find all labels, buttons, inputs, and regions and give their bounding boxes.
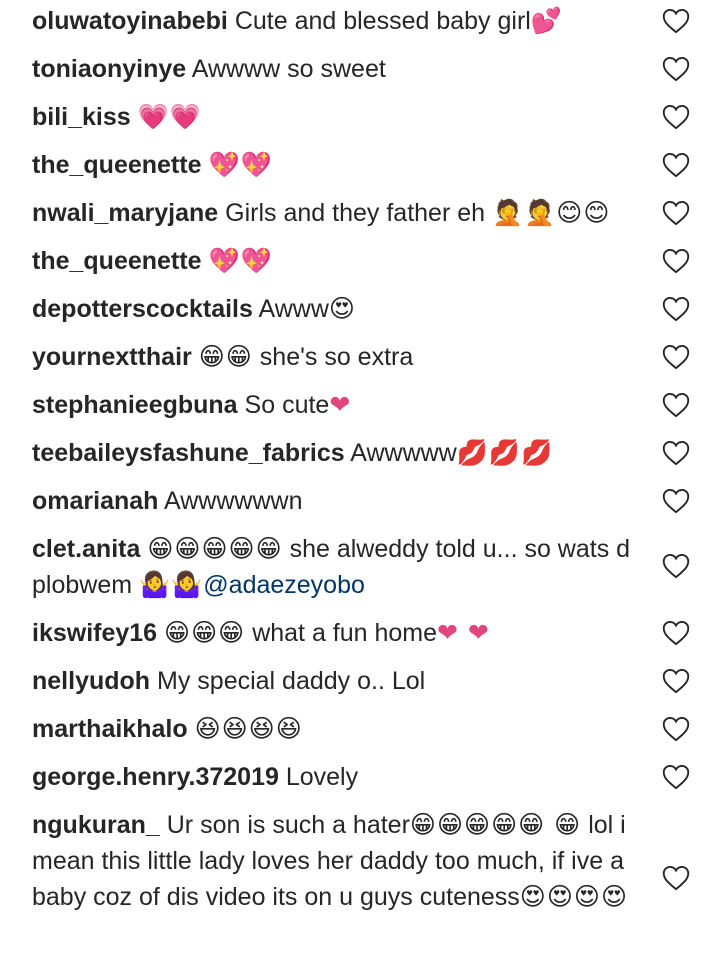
comment-emoji: ❤ ❤ [437, 618, 490, 647]
comment-text: Girls and they father eh [225, 199, 486, 227]
comment-emoji: 😁😁😁 [164, 618, 246, 647]
comment-text: Awwww so sweet [191, 55, 386, 83]
comment-emoji: 😆😆😆😆 [194, 714, 303, 743]
like-heart-icon[interactable] [662, 488, 690, 514]
comment-item: clet.anita 😁😁😁😁😁 she alweddy told u... s… [32, 531, 642, 603]
comment-text: Ur son is such a hater [166, 811, 410, 839]
comment-emoji: 💖💖 [208, 150, 273, 179]
like-heart-icon[interactable] [662, 200, 690, 226]
comment-item: teebaileysfashune_fabrics Awwwww💋💋💋 [32, 435, 642, 471]
like-heart-icon[interactable] [662, 764, 690, 790]
comment-text: Awww [258, 295, 329, 323]
comment-item: ngukuran_ Ur son is such a hater😁😁😁😁😁 😁 … [32, 807, 642, 915]
comment-emoji: 💗💗 [137, 102, 202, 131]
comment-emoji: 🤦🤦😊😊 [492, 198, 611, 227]
comment-item: ikswifey16 😁😁😁 what a fun home❤ ❤ [32, 615, 642, 651]
like-heart-icon[interactable] [662, 620, 690, 646]
comment-text: So cute [244, 391, 330, 419]
comment-text: My special daddy o.. Lol [157, 667, 426, 695]
like-heart-icon[interactable] [662, 716, 690, 742]
like-heart-icon[interactable] [662, 553, 690, 579]
like-heart-icon[interactable] [662, 344, 690, 370]
comment-item: nellyudoh My special daddy o.. Lol [32, 663, 642, 699]
like-heart-icon[interactable] [662, 865, 690, 891]
comment-item: oluwatoyinabebi Cute and blessed baby gi… [32, 3, 642, 39]
like-heart-icon[interactable] [662, 296, 690, 322]
comment-mention-link[interactable]: @adaezeyobo [203, 571, 365, 599]
comment-username[interactable]: bili_kiss [32, 103, 131, 131]
comment-text: Awwwww [350, 439, 457, 467]
like-heart-icon[interactable] [662, 668, 690, 694]
comment-emoji: 💕 [530, 6, 563, 35]
comment-emoji: 😍 [328, 294, 356, 323]
comment-item: toniaonyinye Awwww so sweet [32, 51, 642, 87]
comment-emoji: 😁😁 [198, 342, 253, 371]
comment-item: stephanieegbuna So cute❤ [32, 387, 642, 423]
comment-username[interactable]: the_queenette [32, 247, 201, 275]
comment-emoji: 💋💋💋 [456, 438, 554, 467]
comment-emoji: ❤ [329, 390, 352, 419]
comment-username[interactable]: oluwatoyinabebi [32, 7, 228, 35]
comment-emoji: 💖💖 [208, 246, 273, 275]
comment-username[interactable]: george.henry.372019 [32, 763, 279, 791]
comment-item: the_queenette 💖💖 [32, 243, 642, 279]
comment-item: depotterscocktails Awww😍 [32, 291, 642, 327]
comment-username[interactable]: marthaikhalo [32, 715, 188, 743]
comment-list: oluwatoyinabebi Cute and blessed baby gi… [0, 0, 720, 960]
comment-item: bili_kiss 💗💗 [32, 99, 642, 135]
comment-username[interactable]: the_queenette [32, 151, 201, 179]
comment-text: what a fun home [252, 619, 438, 647]
comment-emoji: 😁😁😁😁😁 😁 [409, 810, 582, 839]
comment-username[interactable]: depotterscocktails [32, 295, 253, 323]
comment-item: omarianah Awwwwwwn [32, 483, 642, 519]
comment-username[interactable]: nwali_maryjane [32, 199, 218, 227]
comment-username[interactable]: ikswifey16 [32, 619, 157, 647]
comment-username[interactable]: omarianah [32, 487, 158, 515]
comment-item: yournextthair 😁😁 she's so extra [32, 339, 642, 375]
comment-item: nwali_maryjane Girls and they father eh … [32, 195, 642, 231]
comment-emoji: 😁😁😁😁😁 [147, 534, 283, 563]
comment-text: she's so extra [259, 343, 414, 371]
comment-username[interactable]: teebaileysfashune_fabrics [32, 439, 345, 467]
like-heart-icon[interactable] [662, 440, 690, 466]
like-heart-icon[interactable] [662, 56, 690, 82]
comment-text: Cute and blessed baby girl [234, 7, 531, 35]
comment-text: Awwwwwwn [164, 487, 303, 515]
comment-username[interactable]: stephanieegbuna [32, 391, 238, 419]
comment-username[interactable]: nellyudoh [32, 667, 150, 695]
comment-username[interactable]: clet.anita [32, 535, 140, 563]
like-heart-icon[interactable] [662, 104, 690, 130]
comment-item: the_queenette 💖💖 [32, 147, 642, 183]
comment-item: george.henry.372019 Lovely [32, 759, 642, 795]
comment-item: marthaikhalo 😆😆😆😆 [32, 711, 642, 747]
comment-emoji: 🤷‍♀🤷‍♀ [139, 570, 204, 599]
comment-emoji: 😍😍😍😍 [519, 882, 629, 911]
comment-username[interactable]: yournextthair [32, 343, 192, 371]
like-heart-icon[interactable] [662, 8, 690, 34]
comment-username[interactable]: ngukuran_ [32, 811, 160, 839]
like-heart-icon[interactable] [662, 248, 690, 274]
like-heart-icon[interactable] [662, 152, 690, 178]
comment-text: Lovely [285, 763, 359, 791]
comment-username[interactable]: toniaonyinye [32, 55, 186, 83]
like-heart-icon[interactable] [662, 392, 690, 418]
